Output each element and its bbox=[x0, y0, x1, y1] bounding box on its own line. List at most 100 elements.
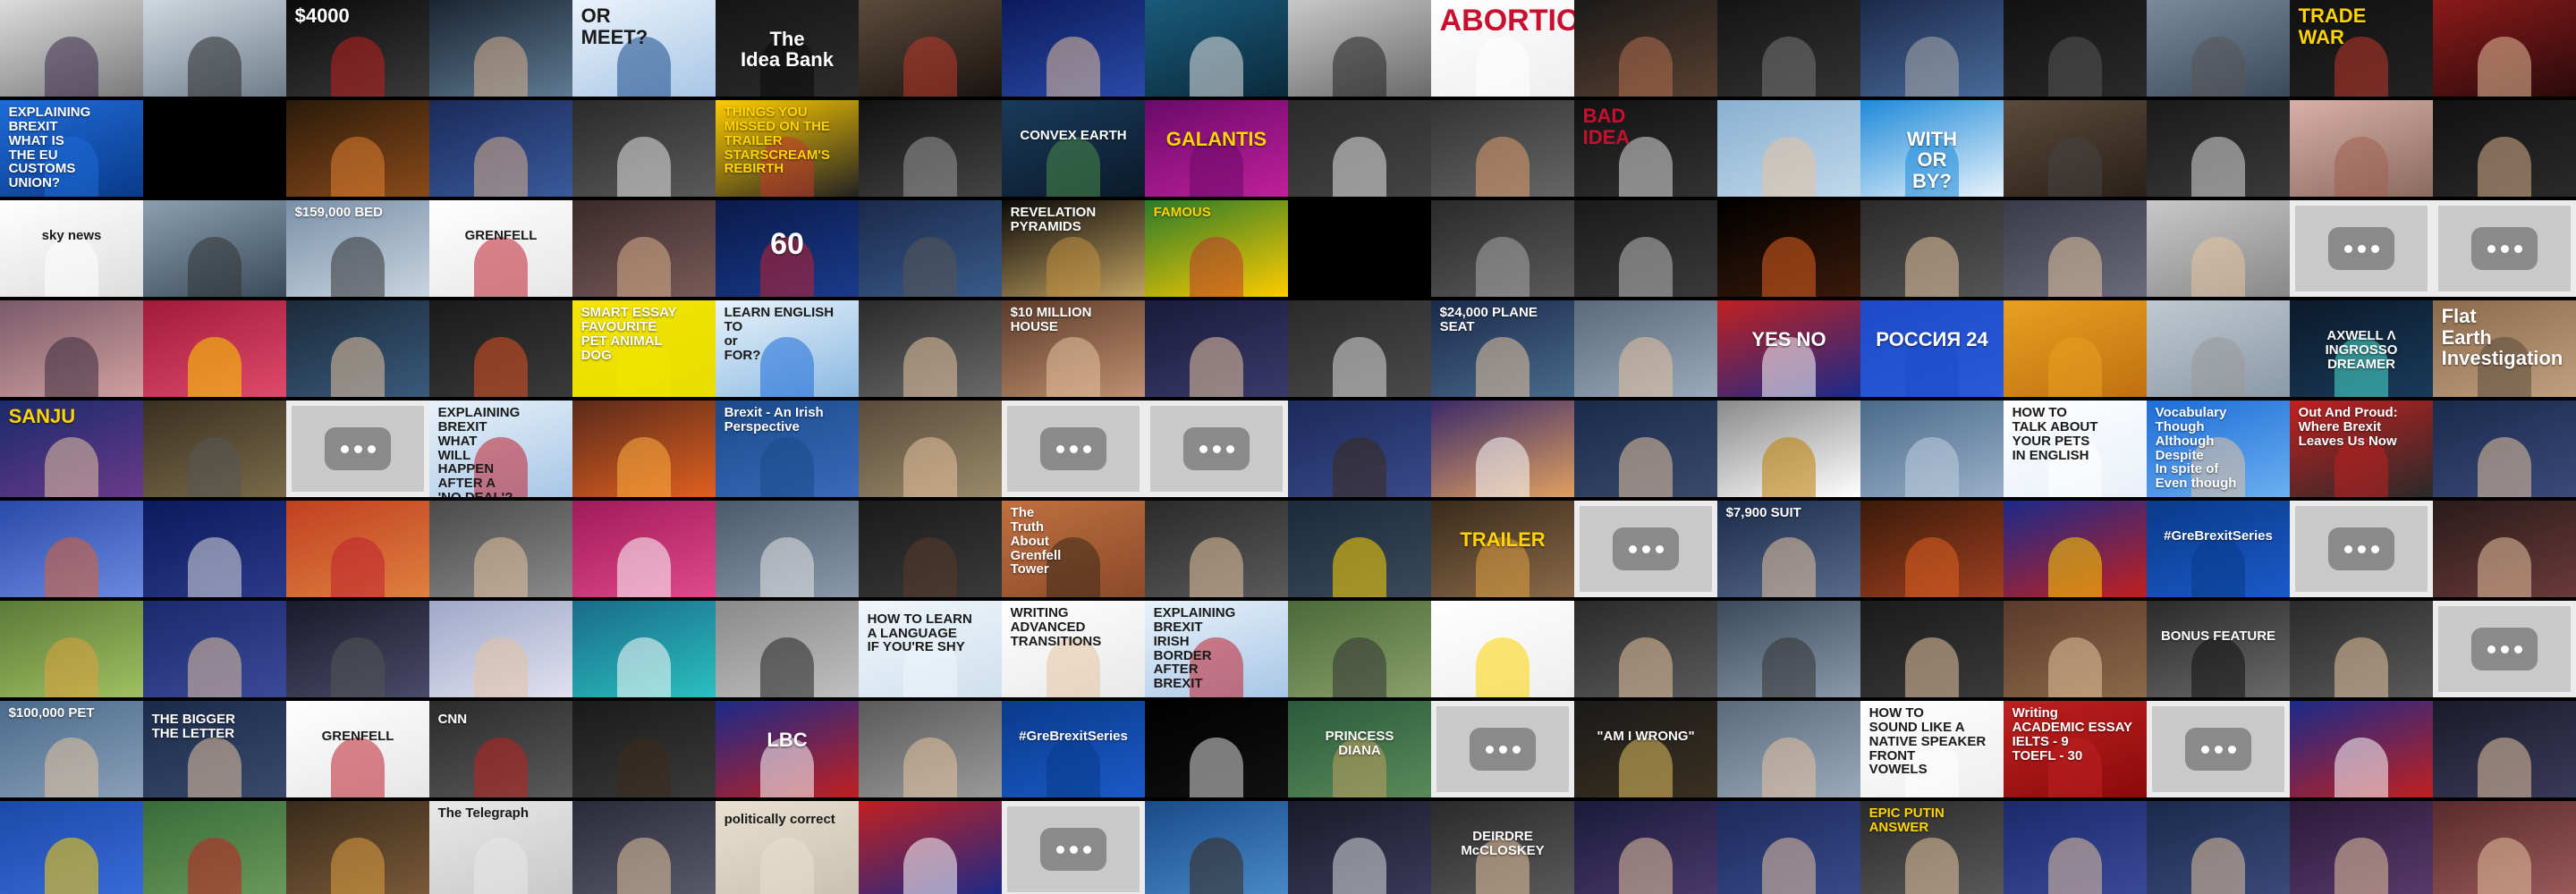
loading-thumbnail[interactable] bbox=[2433, 601, 2576, 697]
loading-thumbnail[interactable] bbox=[1145, 401, 1288, 497]
video-thumbnail[interactable] bbox=[1288, 501, 1431, 597]
video-thumbnail[interactable] bbox=[859, 801, 1002, 894]
video-thumbnail[interactable]: politically correct bbox=[716, 801, 859, 894]
loading-thumbnail[interactable] bbox=[2290, 200, 2433, 297]
video-thumbnail[interactable] bbox=[1431, 401, 1574, 497]
video-thumbnail[interactable]: WRITING ADVANCED TRANSITIONS bbox=[1002, 601, 1145, 697]
video-thumbnail[interactable] bbox=[1145, 300, 1288, 397]
video-thumbnail[interactable] bbox=[0, 0, 143, 97]
video-thumbnail[interactable] bbox=[572, 501, 716, 597]
video-thumbnail[interactable] bbox=[0, 801, 143, 894]
video-thumbnail[interactable] bbox=[286, 601, 429, 697]
video-thumbnail[interactable]: $159,000 BED bbox=[286, 200, 429, 297]
video-thumbnail[interactable] bbox=[572, 100, 716, 197]
video-thumbnail[interactable]: TRADE WAR bbox=[2290, 0, 2433, 97]
video-thumbnail[interactable] bbox=[286, 501, 429, 597]
video-thumbnail[interactable]: The Idea Bank bbox=[716, 0, 859, 97]
video-thumbnail[interactable] bbox=[286, 801, 429, 894]
video-thumbnail[interactable] bbox=[1574, 0, 1717, 97]
video-thumbnail[interactable]: $4000 bbox=[286, 0, 429, 97]
video-thumbnail[interactable] bbox=[1145, 701, 1288, 797]
video-thumbnail[interactable] bbox=[1288, 601, 1431, 697]
video-thumbnail[interactable]: Writing ACADEMIC ESSAY IELTS - 9 TOEFL -… bbox=[2004, 701, 2147, 797]
video-thumbnail[interactable] bbox=[429, 501, 572, 597]
video-thumbnail[interactable] bbox=[2004, 100, 2147, 197]
loading-thumbnail[interactable] bbox=[286, 401, 429, 497]
video-thumbnail[interactable]: TRAILER bbox=[1431, 501, 1574, 597]
video-thumbnail[interactable] bbox=[1574, 401, 1717, 497]
video-thumbnail[interactable] bbox=[572, 801, 716, 894]
video-thumbnail[interactable]: #GreBrexitSeries bbox=[2147, 501, 2290, 597]
video-thumbnail[interactable]: LBC bbox=[716, 701, 859, 797]
video-thumbnail[interactable] bbox=[1717, 801, 1860, 894]
video-thumbnail[interactable]: SANJU bbox=[0, 401, 143, 497]
video-thumbnail[interactable] bbox=[143, 601, 286, 697]
video-thumbnail[interactable] bbox=[716, 601, 859, 697]
video-thumbnail[interactable]: OR MEET? bbox=[572, 0, 716, 97]
video-thumbnail[interactable] bbox=[2004, 200, 2147, 297]
video-thumbnail[interactable] bbox=[2004, 501, 2147, 597]
video-thumbnail[interactable] bbox=[1574, 801, 1717, 894]
video-thumbnail[interactable] bbox=[286, 300, 429, 397]
video-thumbnail[interactable]: EPIC PUTIN ANSWER bbox=[1860, 801, 2004, 894]
video-thumbnail[interactable] bbox=[1860, 601, 2004, 697]
video-thumbnail[interactable] bbox=[143, 0, 286, 97]
video-thumbnail[interactable]: EXPLAINING BREXIT WHAT WILL HAPPEN AFTER… bbox=[429, 401, 572, 497]
video-thumbnail[interactable] bbox=[2433, 501, 2576, 597]
video-thumbnail[interactable]: HOW TO LEARN A LANGUAGE IF YOU'RE SHY bbox=[859, 601, 1002, 697]
video-thumbnail[interactable] bbox=[2433, 401, 2576, 497]
video-thumbnail[interactable]: GRENFELL bbox=[286, 701, 429, 797]
video-thumbnail[interactable]: #GreBrexitSeries bbox=[1002, 701, 1145, 797]
video-thumbnail[interactable]: BAD IDEA bbox=[1574, 100, 1717, 197]
loading-thumbnail[interactable] bbox=[1431, 701, 1574, 797]
video-thumbnail[interactable]: YES NO bbox=[1717, 300, 1860, 397]
video-thumbnail[interactable] bbox=[572, 200, 716, 297]
video-thumbnail[interactable] bbox=[1288, 401, 1431, 497]
video-thumbnail[interactable] bbox=[2433, 701, 2576, 797]
video-thumbnail[interactable]: BONUS FEATURE bbox=[2147, 601, 2290, 697]
video-thumbnail[interactable] bbox=[2004, 0, 2147, 97]
video-thumbnail[interactable]: WITH OR BY? bbox=[1860, 100, 2004, 197]
video-thumbnail[interactable] bbox=[2290, 701, 2433, 797]
video-thumbnail[interactable]: SMART ESSAY FAVOURITE PET ANIMAL DOG bbox=[572, 300, 716, 397]
video-thumbnail[interactable]: THE BIGGER THE LETTER bbox=[143, 701, 286, 797]
video-thumbnail[interactable] bbox=[1431, 200, 1574, 297]
video-thumbnail[interactable]: AXWELL Λ INGROSSO DREAMER bbox=[2290, 300, 2433, 397]
video-thumbnail[interactable] bbox=[143, 501, 286, 597]
loading-thumbnail[interactable] bbox=[2290, 501, 2433, 597]
video-thumbnail[interactable] bbox=[1002, 0, 1145, 97]
video-thumbnail[interactable] bbox=[1860, 401, 2004, 497]
video-thumbnail[interactable]: LEARN ENGLISH TO or FOR? bbox=[716, 300, 859, 397]
video-thumbnail[interactable] bbox=[859, 0, 1002, 97]
video-thumbnail[interactable]: FAMOUS bbox=[1145, 200, 1288, 297]
video-thumbnail[interactable]: PRINCESS DIANA bbox=[1288, 701, 1431, 797]
loading-thumbnail[interactable] bbox=[2433, 200, 2576, 297]
video-thumbnail[interactable] bbox=[1860, 0, 2004, 97]
video-thumbnail[interactable]: The Telegraph bbox=[429, 801, 572, 894]
video-thumbnail[interactable]: 60 bbox=[716, 200, 859, 297]
video-thumbnail[interactable] bbox=[2433, 0, 2576, 97]
video-thumbnail[interactable]: "AM I WRONG" bbox=[1574, 701, 1717, 797]
video-thumbnail[interactable] bbox=[2147, 100, 2290, 197]
video-thumbnail[interactable] bbox=[2147, 801, 2290, 894]
video-thumbnail[interactable] bbox=[1145, 801, 1288, 894]
video-thumbnail[interactable] bbox=[859, 100, 1002, 197]
video-thumbnail[interactable] bbox=[1717, 701, 1860, 797]
video-thumbnail[interactable] bbox=[2290, 601, 2433, 697]
video-thumbnail[interactable] bbox=[572, 701, 716, 797]
video-thumbnail[interactable]: HOW TO SOUND LIKE A NATIVE SPEAKER FRONT… bbox=[1860, 701, 2004, 797]
video-thumbnail[interactable]: Out And Proud: Where Brexit Leaves Us No… bbox=[2290, 401, 2433, 497]
video-thumbnail[interactable]: HOW TO TALK ABOUT YOUR PETS IN ENGLISH bbox=[2004, 401, 2147, 497]
video-thumbnail[interactable]: $10 MILLION HOUSE bbox=[1002, 300, 1145, 397]
video-thumbnail[interactable]: $24,000 PLANE SEAT bbox=[1431, 300, 1574, 397]
video-thumbnail[interactable] bbox=[1574, 601, 1717, 697]
video-thumbnail[interactable]: CNN bbox=[429, 701, 572, 797]
video-thumbnail[interactable] bbox=[2004, 801, 2147, 894]
video-thumbnail[interactable] bbox=[143, 801, 286, 894]
video-thumbnail[interactable] bbox=[859, 401, 1002, 497]
video-thumbnail[interactable] bbox=[2004, 601, 2147, 697]
video-thumbnail[interactable] bbox=[1860, 501, 2004, 597]
video-thumbnail[interactable] bbox=[1288, 100, 1431, 197]
video-thumbnail[interactable] bbox=[1288, 200, 1431, 297]
video-thumbnail[interactable]: EXPLAINING BREXIT WHAT IS THE EU CUSTOMS… bbox=[0, 100, 143, 197]
